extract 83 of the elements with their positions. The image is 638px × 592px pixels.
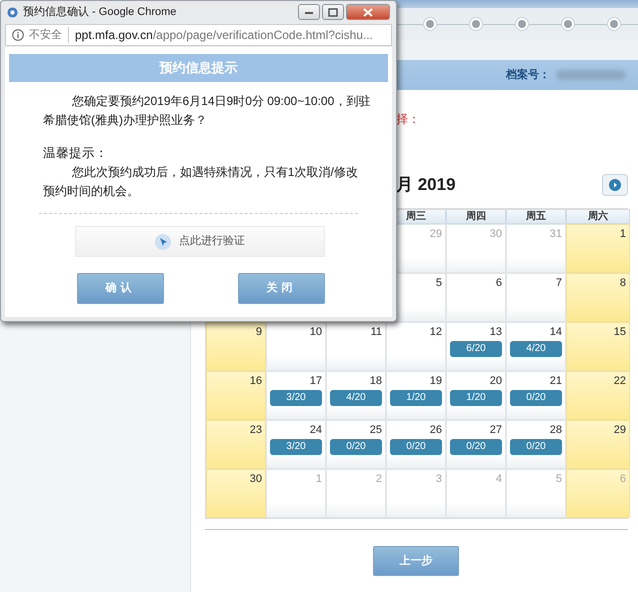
- day-number: 7: [556, 276, 562, 290]
- day-number: 29: [430, 227, 442, 241]
- weekday-header: 周五: [506, 209, 566, 224]
- day-number: 5: [556, 472, 562, 486]
- maximize-icon: [328, 8, 338, 16]
- day-number: 18: [370, 374, 382, 388]
- step-dot: [516, 18, 528, 30]
- step-dot: [424, 18, 436, 30]
- day-number: 16: [250, 374, 262, 388]
- day-number: 17: [310, 374, 322, 388]
- quota-button[interactable]: 3/20: [270, 439, 322, 455]
- next-icon: [609, 179, 621, 191]
- step-dot: [470, 18, 482, 30]
- cursor-icon: [155, 234, 171, 250]
- day-number: 4: [496, 472, 502, 486]
- url-path: /appo/page/verificationCode.html?cishu...: [152, 27, 373, 44]
- day-number: 6: [620, 472, 626, 486]
- day-number: 26: [430, 423, 442, 437]
- quota-button[interactable]: 3/20: [270, 390, 322, 406]
- day-number: 24: [310, 423, 322, 437]
- maximize-button[interactable]: [322, 4, 344, 20]
- day-number: 6: [496, 276, 502, 290]
- close-button[interactable]: [346, 4, 390, 20]
- day-number: 12: [430, 325, 442, 339]
- day-number: 9: [256, 325, 262, 339]
- next-month-button[interactable]: [602, 174, 628, 196]
- day-number: 20: [490, 374, 502, 388]
- redacted-mark: [556, 70, 626, 80]
- weekday-header: 周六: [566, 209, 630, 224]
- day-number: 3: [436, 472, 442, 486]
- day-number: 11: [370, 325, 382, 339]
- quota-button[interactable]: 6/20: [450, 341, 502, 357]
- quota-button[interactable]: 0/20: [330, 439, 382, 455]
- day-number: 5: [436, 276, 442, 290]
- day-number: 31: [550, 227, 562, 241]
- minimize-button[interactable]: [298, 4, 320, 20]
- day-number: 23: [250, 423, 262, 437]
- day-number: 8: [620, 276, 626, 290]
- day-number: 15: [614, 325, 626, 339]
- dialog-button[interactable]: 确认: [77, 273, 164, 304]
- day-number: 30: [250, 472, 262, 486]
- day-number: 10: [310, 325, 322, 339]
- quota-button[interactable]: 4/20: [510, 341, 562, 357]
- quota-button[interactable]: 0/20: [390, 439, 442, 455]
- step-dot: [608, 18, 620, 30]
- archive-label: 档案号：: [506, 67, 550, 83]
- tip-text: 您此次预约成功后，如遇特殊情况，只有1次取消/修改预约时间的机会。: [43, 164, 359, 200]
- close-icon: [363, 8, 373, 16]
- day-number: 29: [614, 423, 626, 437]
- minimize-icon: [304, 9, 314, 15]
- dialog-heading: 预约信息提示: [9, 54, 388, 82]
- quota-button[interactable]: 0/20: [450, 439, 502, 455]
- notice-text: 择：: [396, 112, 420, 126]
- weekday-header: 周四: [446, 209, 506, 224]
- quota-button[interactable]: 4/20: [330, 390, 382, 406]
- step-dot: [562, 18, 574, 30]
- day-number: 13: [490, 325, 502, 339]
- verify-button[interactable]: 点此进行验证: [75, 226, 325, 257]
- day-number: 28: [550, 423, 562, 437]
- day-number: 22: [614, 374, 626, 388]
- quota-button[interactable]: 1/20: [450, 390, 502, 406]
- info-icon: [12, 29, 24, 41]
- back-button[interactable]: 上一步: [373, 546, 459, 576]
- day-number: 19: [430, 374, 442, 388]
- month-title: 月 2019: [396, 174, 456, 196]
- day-number: 27: [490, 423, 502, 437]
- browser-icon: [7, 6, 18, 18]
- day-number: 25: [370, 423, 382, 437]
- day-number: 1: [620, 227, 626, 241]
- day-number: 14: [550, 325, 562, 339]
- dialog-button[interactable]: 关闭: [238, 273, 325, 304]
- window-title: 预约信息确认 - Google Chrome: [23, 4, 176, 20]
- security-label: 不安全: [29, 26, 69, 44]
- quota-button[interactable]: 0/20: [510, 390, 562, 406]
- quota-button[interactable]: 1/20: [390, 390, 442, 406]
- tip-label: 温馨提示：: [43, 145, 109, 162]
- day-number: 30: [490, 227, 502, 241]
- quota-button[interactable]: 0/20: [510, 439, 562, 455]
- url-host: ppt.mfa.gov.cn: [75, 27, 153, 44]
- day-number: 2: [376, 472, 382, 486]
- day-number: 21: [550, 374, 562, 388]
- confirm-message: 您确定要预约2019年6月14日9时0分 09:00~10:00，到驻希腊使馆(雅典)办理护照业务？: [43, 93, 372, 129]
- day-number: 1: [316, 472, 322, 486]
